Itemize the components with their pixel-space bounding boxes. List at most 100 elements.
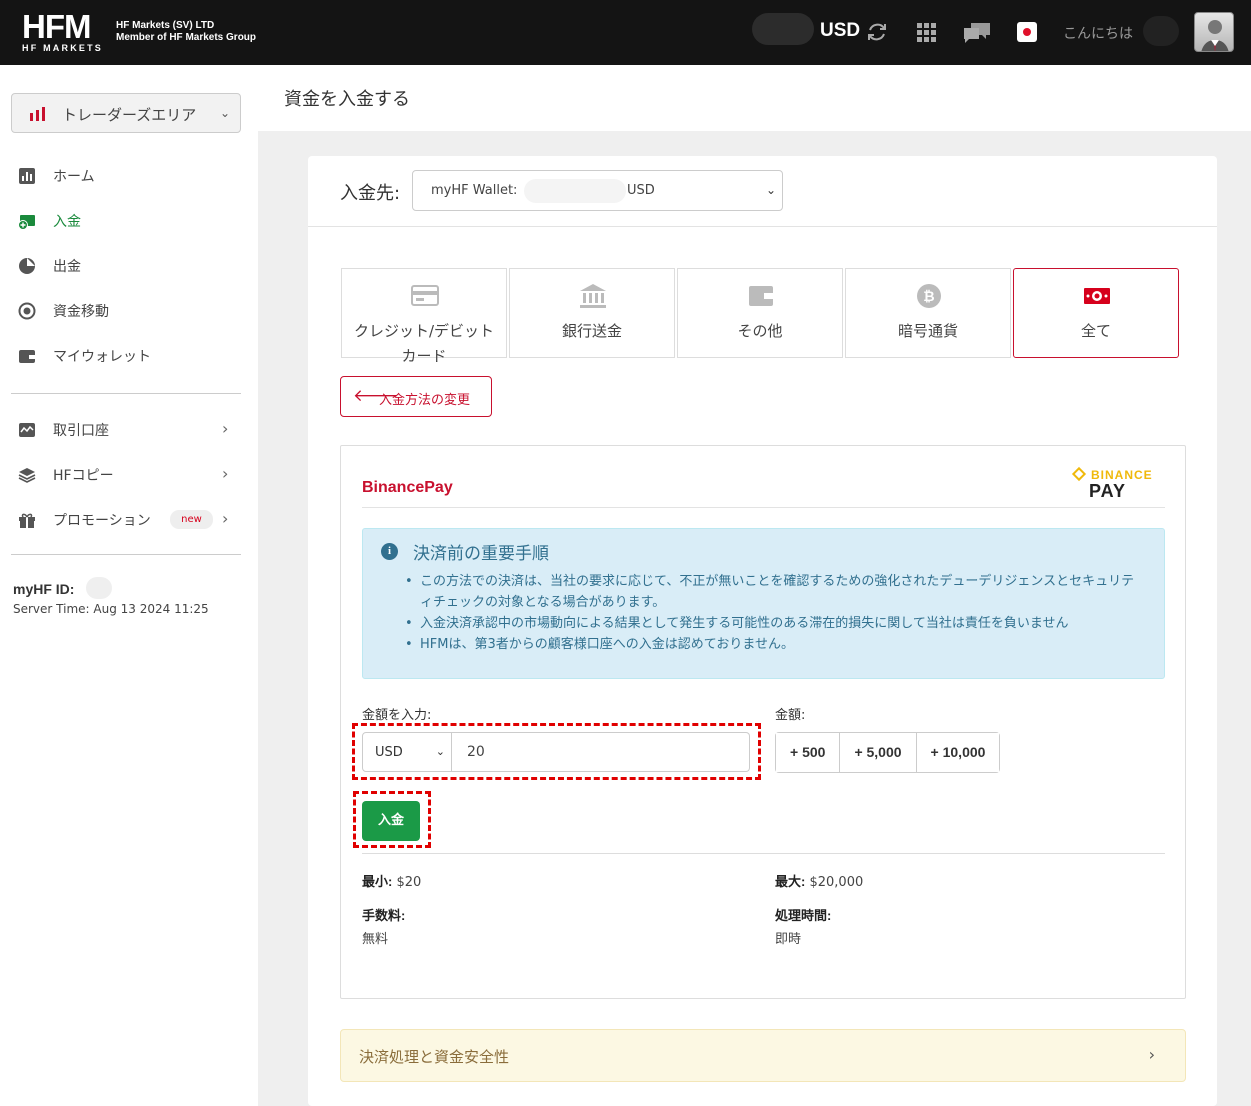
tab-label: 全て bbox=[1080, 322, 1111, 340]
tab-label: 銀行送金 bbox=[561, 322, 622, 340]
quick-amount-5000-button[interactable]: + 5,000 bbox=[840, 733, 917, 772]
sidebar-item-home[interactable]: ホーム bbox=[0, 161, 258, 191]
apps-grid-icon[interactable] bbox=[914, 20, 938, 44]
sidebar-item-deposit[interactable]: 入金 bbox=[0, 206, 258, 236]
sidebar-item-label: マイウォレット bbox=[53, 349, 151, 365]
sidebar-divider bbox=[11, 393, 241, 394]
min-label: 最小: bbox=[362, 874, 393, 889]
tab-crypto[interactable]: ₿ 暗号通貨 bbox=[845, 268, 1011, 358]
tab-label: その他 bbox=[737, 322, 783, 340]
user-avatar[interactable] bbox=[1194, 12, 1234, 52]
sidebar-item-label: ホーム bbox=[53, 169, 95, 185]
deposit-button[interactable]: 入金 bbox=[362, 801, 420, 841]
quick-amount-label: 金額: bbox=[775, 708, 806, 723]
sidebar-item-transfer[interactable]: 資金移動 bbox=[0, 296, 258, 326]
processing-time-value: 即時 bbox=[775, 932, 802, 947]
binance-logo-bottom: PAY bbox=[1089, 481, 1127, 501]
sidebar-item-hfcopy[interactable]: HFコピー › bbox=[0, 460, 258, 490]
tab-bank-transfer[interactable]: 銀行送金 bbox=[509, 268, 675, 358]
new-badge: new bbox=[170, 510, 213, 529]
credit-card-icon bbox=[411, 285, 439, 306]
sidebar-divider bbox=[11, 554, 241, 555]
amount-input-label: 金額を入力: bbox=[362, 708, 432, 723]
amount-input[interactable] bbox=[452, 732, 750, 772]
important-notice: i 決済前の重要手順 この方法での決済は、当社の要求に応じて、不正が無いことを確… bbox=[362, 528, 1165, 679]
chevron-right-icon: › bbox=[1148, 1045, 1155, 1064]
sidebar-item-label: 資金移動 bbox=[53, 304, 109, 320]
sidebar-item-wallet[interactable]: マイウォレット bbox=[0, 341, 258, 371]
max-label: 最大: bbox=[775, 874, 806, 889]
company-name: HF Markets (SV) LTD Member of HF Markets… bbox=[116, 20, 256, 44]
notice-item: HFMは、第3者からの顧客様口座への入金は認めておりません。 bbox=[405, 634, 1145, 655]
trading-account-icon bbox=[19, 423, 35, 437]
hfm-logo[interactable]: HFM HF MARKETS bbox=[22, 10, 110, 54]
refresh-icon[interactable] bbox=[865, 20, 889, 44]
destination-label: 入金先: bbox=[340, 183, 401, 204]
chevron-down-icon: ⌄ bbox=[219, 106, 230, 120]
notice-item: 入金決済承認中の市場動向による結果として発生する可能性のある滞在的損失に関して当… bbox=[405, 613, 1145, 634]
quick-amount-500-button[interactable]: + 500 bbox=[776, 733, 841, 772]
greeting-text: こんにちは bbox=[1063, 26, 1133, 42]
amount-currency-value: USD bbox=[375, 745, 403, 760]
processing-time: 処理時間: 即時 bbox=[775, 905, 831, 947]
person-icon bbox=[1201, 20, 1229, 51]
payment-safety-accordion[interactable]: 決済処理と資金安全性 › bbox=[340, 1029, 1186, 1082]
quick-amount-10000-button[interactable]: + 10,000 bbox=[916, 733, 1000, 772]
gift-icon bbox=[19, 513, 35, 528]
safety-label: 決済処理と資金安全性 bbox=[359, 1048, 510, 1066]
chevron-right-icon: › bbox=[222, 464, 229, 483]
sidebar-item-label: プロモーション bbox=[53, 513, 151, 529]
fee: 手数料: 無料 bbox=[362, 905, 405, 947]
binancepay-panel: BinancePay BINANCE PAY i 決済前の重要手順 この方法での… bbox=[340, 445, 1186, 999]
destination-currency: USD bbox=[627, 183, 655, 198]
tab-other[interactable]: その他 bbox=[677, 268, 843, 358]
myhf-id-hidden bbox=[86, 577, 112, 599]
binance-pay-logo: BINANCE PAY bbox=[1071, 466, 1161, 501]
bitcoin-icon: ₿ bbox=[917, 284, 941, 308]
page-header: 資金を入金する bbox=[258, 65, 1251, 131]
deposit-card: 入金先: myHF Wallet: USD ⌄ クレジット/デビットカード 銀行… bbox=[308, 156, 1217, 1106]
notice-item: この方法での決済は、当社の要求に応じて、不正が無いことを確認するための強化された… bbox=[405, 571, 1145, 613]
language-flag-icon[interactable] bbox=[1017, 22, 1037, 42]
user-name-hidden bbox=[1143, 16, 1179, 46]
tab-label: 暗号通貨 bbox=[897, 322, 958, 340]
home-chart-icon bbox=[19, 168, 35, 184]
chevron-right-icon: › bbox=[222, 419, 229, 438]
tab-all[interactable]: 全て bbox=[1013, 268, 1179, 358]
destination-select[interactable]: myHF Wallet: USD ⌄ bbox=[412, 170, 783, 211]
tab-credit-card[interactable]: クレジット/デビットカード bbox=[341, 268, 507, 365]
change-method-button[interactable]: 🡐 入金方法の変更 bbox=[340, 376, 492, 417]
account-number-hidden bbox=[524, 179, 626, 203]
deposit-icon bbox=[18, 215, 35, 230]
sidebar-item-withdraw[interactable]: 出金 bbox=[0, 251, 258, 281]
wallet-other-icon bbox=[749, 286, 773, 306]
company-line-2: Member of HF Markets Group bbox=[116, 32, 257, 43]
wallet-icon bbox=[19, 350, 35, 363]
chevron-right-icon: › bbox=[222, 509, 229, 528]
sidebar: トレーダーズエリア ⌄ ホーム 入金 出金 資金移動 マイウォレット 取引口座 … bbox=[0, 65, 258, 1106]
myhf-id-label: myHF ID: bbox=[13, 581, 75, 597]
transfer-icon bbox=[18, 302, 36, 320]
sidebar-item-trading-accounts[interactable]: 取引口座 › bbox=[0, 415, 258, 445]
logo-text: HFM bbox=[22, 8, 91, 45]
logo-subtext: HF MARKETS bbox=[22, 43, 103, 53]
page-title: 資金を入金する bbox=[284, 89, 410, 110]
sidebar-item-label: 取引口座 bbox=[53, 423, 109, 439]
withdraw-icon bbox=[19, 258, 35, 274]
bank-icon bbox=[580, 284, 606, 308]
processing-time-label: 処理時間: bbox=[775, 908, 832, 923]
balance-hidden bbox=[752, 13, 814, 45]
amount-currency-select[interactable]: USD ⌄ bbox=[362, 732, 452, 772]
panel-divider bbox=[362, 853, 1165, 854]
change-method-label: 入金方法の変更 bbox=[379, 393, 471, 408]
server-time: Server Time: Aug 13 2024 11:25 bbox=[13, 602, 209, 616]
area-selector[interactable]: トレーダーズエリア ⌄ bbox=[11, 93, 241, 133]
card-divider bbox=[308, 226, 1217, 227]
svg-text:₿: ₿ bbox=[923, 288, 934, 304]
min-amount: 最小: $20 bbox=[362, 871, 421, 890]
copy-layers-icon bbox=[18, 468, 36, 483]
panel-divider bbox=[362, 507, 1165, 508]
sidebar-item-promotions[interactable]: プロモーション new › bbox=[0, 505, 258, 535]
money-all-icon bbox=[1084, 288, 1110, 304]
chat-icon[interactable] bbox=[962, 20, 992, 44]
